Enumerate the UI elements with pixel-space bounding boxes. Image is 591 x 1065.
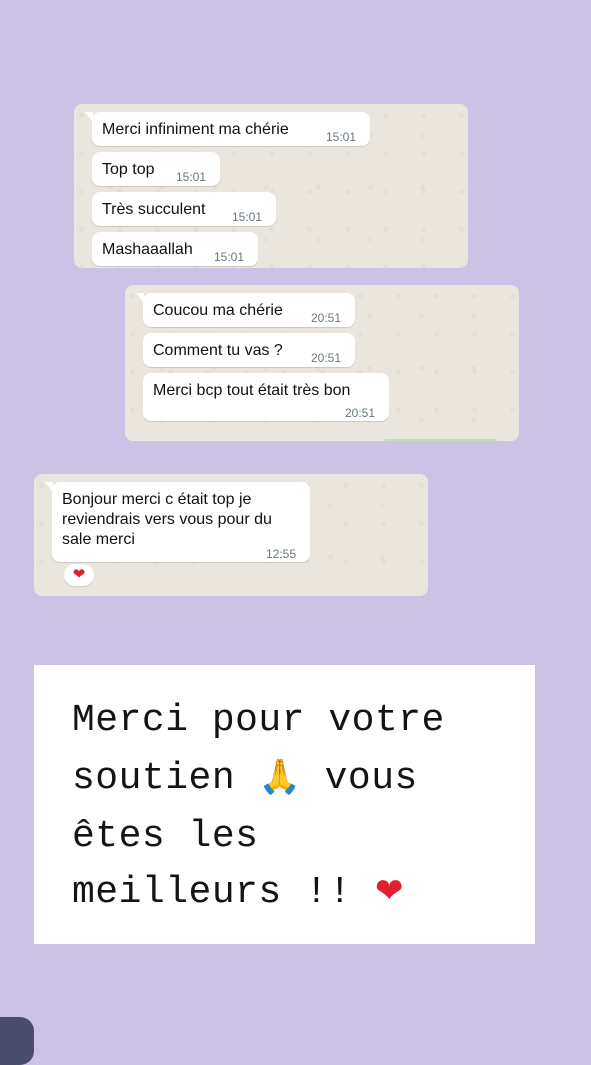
praying-hands-icon: 🙏: [258, 757, 302, 797]
message-bubble: Bonjour merci c était top je reviendrais…: [45, 482, 310, 562]
note-line-2: soutien 🙏 vous: [72, 757, 418, 800]
chat-screenshot-3: Bonjour merci c était top je reviendrais…: [34, 474, 428, 596]
divider: [385, 439, 497, 441]
message-text-line: sale merci: [62, 531, 135, 548]
message-text-line: reviendrais vers vous pour du: [62, 511, 272, 528]
message-bubble: Merci infiniment ma chérie 15:01: [85, 112, 370, 146]
message-time: 12:55: [266, 547, 297, 561]
chat-screenshot-1: Merci infiniment ma chérie 15:01 Top top…: [74, 104, 468, 268]
chat-screenshot-2: Coucou ma chérie 20:51 Comment tu vas ? …: [125, 285, 519, 441]
message-time: 15:01: [326, 130, 357, 144]
note-line-4: meilleurs !! ❤: [72, 871, 404, 914]
note-text: soutien: [72, 757, 236, 800]
message-text: Merci bcp tout était très bon: [153, 382, 351, 399]
message-time: 20:51: [311, 351, 342, 365]
message-text: Top top: [102, 161, 155, 178]
message-time: 15:01: [176, 170, 207, 184]
note-line-1: Merci pour votre: [72, 699, 445, 742]
heart-reaction-icon: ❤: [64, 564, 94, 586]
message-bubble: Coucou ma chérie 20:51: [136, 293, 355, 327]
message-bubble: Merci bcp tout était très bon 20:51: [143, 373, 389, 421]
note-text: meilleurs !!: [72, 871, 352, 914]
message-text: Très succulent: [102, 201, 206, 218]
message-bubble: Très succulent 15:01: [92, 192, 276, 226]
message-text-line: Bonjour merci c était top je: [62, 491, 252, 508]
note-text: vous: [324, 757, 418, 800]
message-bubble: Mashaaallah 15:01: [92, 232, 258, 266]
message-text: Merci infiniment ma chérie: [102, 121, 289, 138]
heart-icon: ❤: [374, 871, 404, 911]
message-text: Mashaaallah: [102, 241, 193, 258]
message-time: 20:51: [311, 311, 342, 325]
message-bubble: Comment tu vas ? 20:51: [143, 333, 355, 367]
note-line-3: êtes les: [72, 815, 259, 858]
message-time: 15:01: [214, 250, 245, 264]
thank-you-note: Merci pour votre soutien 🙏 vous êtes les…: [34, 665, 535, 944]
message-time: 20:51: [345, 406, 376, 420]
message-text: Coucou ma chérie: [153, 302, 283, 319]
message-time: 15:01: [232, 210, 263, 224]
message-text: Comment tu vas ?: [153, 342, 283, 359]
message-bubble: Top top 15:01: [92, 152, 220, 186]
profile-corner: [0, 1017, 34, 1065]
